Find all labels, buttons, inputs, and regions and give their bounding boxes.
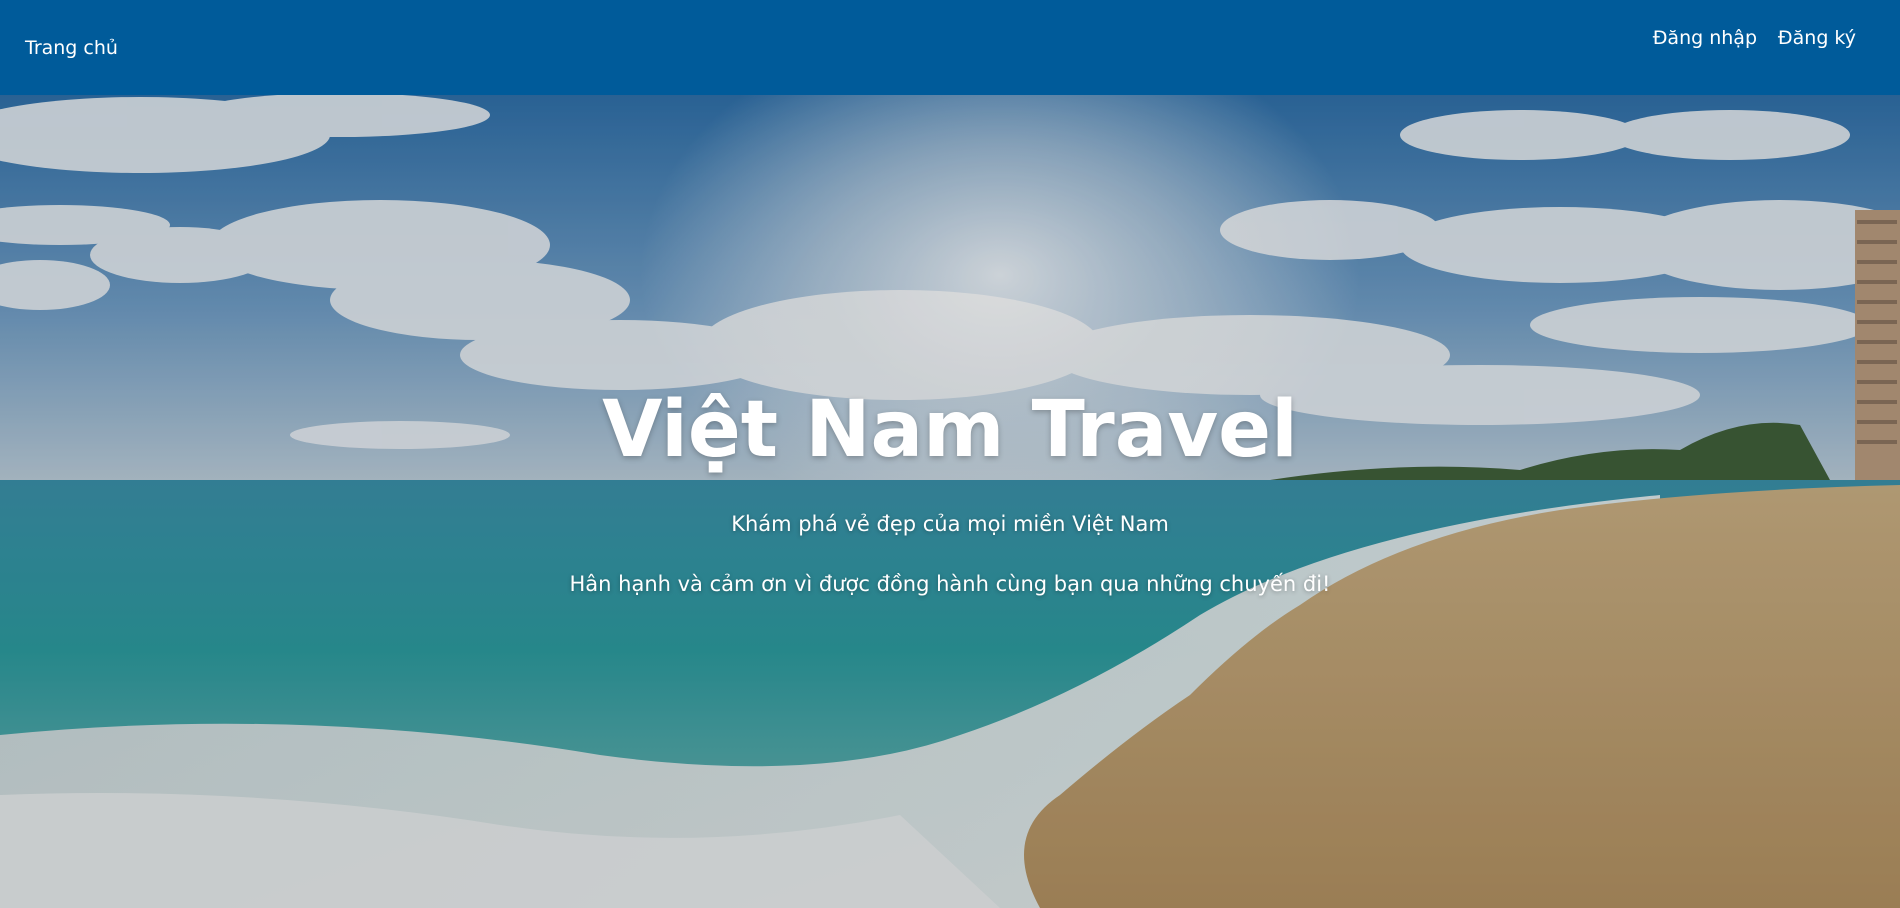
hero-title: Việt Nam Travel <box>602 385 1298 475</box>
hero-subtitle: Khám phá vẻ đẹp của mọi miền Việt Nam <box>731 512 1169 536</box>
nav-home-link[interactable]: Trang chủ <box>25 37 118 59</box>
hero-content: Việt Nam Travel Khám phá vẻ đẹp của mọi … <box>0 95 1900 908</box>
nav-login-link[interactable]: Đăng nhập <box>1653 27 1757 49</box>
hero-section: Việt Nam Travel Khám phá vẻ đẹp của mọi … <box>0 95 1900 908</box>
hero-thanks-text: Hân hạnh và cảm ơn vì được đồng hành cùn… <box>569 572 1331 596</box>
top-navbar: Trang chủ Đăng nhập Đăng ký <box>0 0 1900 95</box>
nav-register-link[interactable]: Đăng ký <box>1778 27 1856 49</box>
